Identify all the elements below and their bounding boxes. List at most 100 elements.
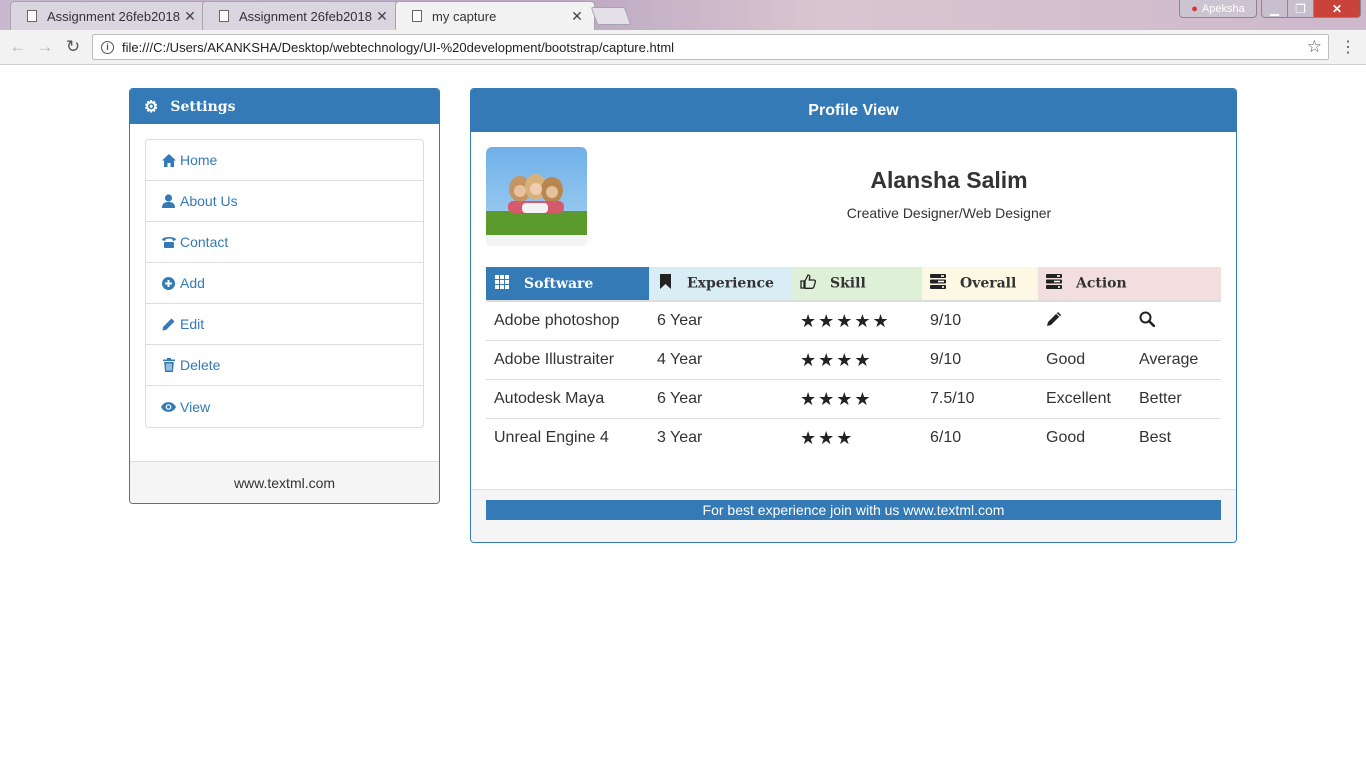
window-close-button[interactable]: ✕: [1313, 0, 1361, 18]
tab-title: Assignment 26feb2018: [239, 8, 372, 24]
browser-tab[interactable]: Assignment 26feb2018 ✕: [10, 1, 208, 30]
star-rating: ★★★★: [800, 349, 873, 370]
eye-icon: [161, 401, 176, 412]
address-url[interactable]: file:///C:/Users/AKANKSHA/Desktop/webtec…: [122, 40, 1307, 55]
profile-panel: Profile View Alansha Salim Creative Desi…: [470, 88, 1237, 543]
settings-title: Settings: [170, 98, 236, 115]
thumbs-up-icon: [800, 274, 817, 293]
browser-profile-button[interactable]: ● Apeksha: [1179, 0, 1257, 18]
cell-action-1: Good: [1038, 340, 1131, 380]
nav-item-label: About Us: [180, 193, 238, 209]
nav-item-add[interactable]: Add: [146, 263, 423, 304]
tasks-icon: [930, 274, 946, 293]
bookmark-star-icon[interactable]: ☆: [1307, 37, 1322, 57]
cell-overall: 7.5/10: [922, 379, 1038, 419]
reload-icon[interactable]: ↻: [63, 37, 83, 57]
home-icon: [161, 153, 176, 167]
settings-nav-list: Home About Us Contact Add Edit Delete Vi…: [145, 139, 424, 428]
cell-experience: 6 Year: [649, 379, 792, 419]
profile-role: Creative Designer/Web Designer: [846, 205, 1052, 221]
settings-footer: www.textml.com: [130, 461, 439, 503]
cell-software: Adobe Illustraiter: [486, 340, 649, 380]
search-icon[interactable]: [1139, 311, 1156, 331]
info-icon[interactable]: i: [101, 40, 114, 54]
browser-toolbar: ← → ↻ i file:///C:/Users/AKANKSHA/Deskto…: [0, 30, 1366, 65]
table-header-row: Software Experience Skill Overall Action: [486, 267, 1221, 302]
cell-software: Adobe photoshop: [486, 301, 649, 341]
profile-panel-title: Profile View: [471, 89, 1236, 132]
new-tab-button[interactable]: [590, 7, 632, 25]
nav-item-view[interactable]: View: [146, 386, 423, 427]
column-header-label: Action: [1076, 275, 1127, 292]
nav-item-home[interactable]: Home: [146, 140, 423, 181]
browser-tab[interactable]: Assignment 26feb2018 ✕: [202, 1, 400, 30]
browser-tabstrip: Assignment 26feb2018 ✕ Assignment 26feb2…: [0, 0, 1366, 30]
column-header-action: Action: [1038, 267, 1221, 302]
tasks-icon: [1046, 274, 1062, 293]
nav-item-about-us[interactable]: About Us: [146, 181, 423, 222]
grid-icon: [494, 274, 510, 293]
cell-action-1: Excellent: [1038, 379, 1131, 419]
pencil-icon: [161, 318, 176, 331]
trash-icon: [161, 358, 176, 372]
star-rating: ★★★★: [800, 388, 873, 409]
cell-skill: ★★★★★: [792, 301, 922, 341]
minimize-button[interactable]: ▁: [1261, 0, 1288, 18]
table-row: Adobe Illustraiter 4 Year ★★★★ 9/10 Good…: [486, 340, 1221, 380]
profile-name: Alansha Salim: [870, 167, 1028, 193]
profile-photo: [486, 147, 587, 246]
tab-close-icon[interactable]: ✕: [373, 8, 391, 25]
cell-experience: 4 Year: [649, 340, 792, 380]
document-icon: [219, 10, 229, 22]
gear-icon: ⚙: [144, 97, 159, 116]
forward-arrow-icon[interactable]: →: [35, 37, 55, 57]
cell-skill: ★★★★: [792, 379, 922, 419]
column-header-skill: Skill: [792, 267, 922, 302]
user-avatar-icon: ●: [1191, 2, 1198, 15]
cell-action-2: Better: [1131, 379, 1221, 419]
document-icon: [412, 10, 422, 22]
browser-tab-active[interactable]: my capture ✕: [395, 1, 595, 30]
nav-item-edit[interactable]: Edit: [146, 304, 423, 345]
nav-item-label: Edit: [180, 316, 205, 332]
document-icon: [27, 10, 37, 22]
column-header-label: Skill: [830, 275, 866, 292]
cell-overall: 9/10: [922, 301, 1038, 341]
nav-item-label: Home: [180, 152, 218, 168]
profile-footer: For best experience join with us www.tex…: [471, 489, 1236, 542]
star-rating: ★★★★★: [800, 310, 891, 331]
nav-item-label: View: [180, 398, 211, 415]
nav-item-label: Contact: [180, 234, 229, 250]
maximize-button[interactable]: ❐: [1287, 0, 1314, 18]
nav-item-delete[interactable]: Delete: [146, 345, 423, 386]
nav-item-label: Delete: [180, 357, 221, 373]
user-icon: [161, 194, 176, 208]
column-header-label: Experience: [687, 275, 774, 292]
settings-panel: ⚙ Settings Home About Us Contact Add Edi…: [129, 88, 440, 504]
cell-action-search: [1131, 301, 1221, 341]
cell-software: Unreal Engine 4: [494, 429, 609, 446]
cell-action-edit: [1038, 301, 1131, 341]
tab-close-icon[interactable]: ✕: [568, 8, 586, 25]
settings-panel-header: ⚙ Settings: [130, 89, 439, 124]
column-header-label: Software: [524, 275, 594, 292]
nav-item-contact[interactable]: Contact: [146, 222, 423, 263]
cell-experience: 6 Year: [649, 301, 792, 341]
cell-action-1: Good: [1046, 429, 1086, 446]
tab-close-icon[interactable]: ✕: [181, 8, 199, 25]
table-row: Adobe photoshop 6 Year ★★★★★ 9/10: [486, 301, 1221, 341]
address-bar[interactable]: i file:///C:/Users/AKANKSHA/Desktop/webt…: [92, 34, 1329, 60]
phone-icon: [161, 236, 176, 248]
back-arrow-icon[interactable]: ←: [8, 37, 28, 57]
tab-title: Assignment 26feb2018: [47, 8, 180, 24]
cell-skill: ★★★★: [792, 340, 922, 380]
plus-circle-icon: [161, 276, 176, 290]
profile-footer-banner: For best experience join with us www.tex…: [486, 500, 1221, 520]
cell-action-2: Average: [1131, 340, 1221, 380]
browser-menu-icon[interactable]: ⋮: [1340, 38, 1356, 58]
cell-experience: 3 Year: [657, 429, 703, 446]
browser-profile-name: Apeksha: [1201, 2, 1245, 15]
column-header-software: Software: [486, 267, 649, 302]
cell-skill: ★★★: [792, 419, 922, 458]
pencil-icon[interactable]: [1046, 311, 1062, 331]
